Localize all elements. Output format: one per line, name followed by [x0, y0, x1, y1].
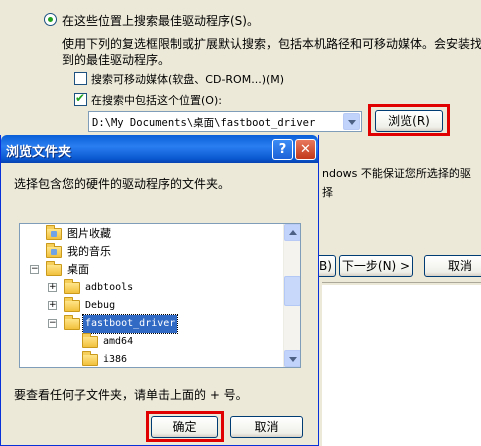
collapse-icon[interactable]: − [30, 265, 39, 274]
folder-icon [46, 243, 62, 258]
folder-tree[interactable]: 图片收藏我的音乐 − 桌面 + adbtools + Debug − fastboot_driv… [19, 223, 301, 368]
search-best-driver-radio[interactable] [44, 13, 57, 26]
scroll-up-icon[interactable] [284, 224, 300, 241]
tree-item-label: 我的音乐 [67, 245, 111, 258]
folder-icon [82, 351, 98, 366]
tree-item[interactable]: + adbtools [20, 279, 280, 297]
warning-text-partial: ndows 不能保证您所选择的驱 [322, 167, 471, 180]
tree-item-label: i386 [103, 354, 128, 365]
location-path-value: D:\My Documents\桌面\fastboot_driver [92, 117, 316, 129]
folder-icon [82, 333, 98, 348]
tree-item[interactable]: − 桌面 [20, 261, 280, 279]
include-location-label: 在搜索中包括这个位置(O): [91, 94, 222, 107]
include-location-checkbox[interactable] [74, 91, 87, 106]
background-window-area [322, 285, 481, 446]
tree-item-label: Debug [85, 300, 116, 311]
browse-folder-dialog: 浏览文件夹 ? ✕ 选择包含您的硬件的驱动程序的文件夹。 图片收藏我的音乐 − 桌面… [0, 135, 319, 446]
tree-item[interactable]: 图片收藏 [20, 225, 280, 243]
tree-item[interactable]: i386 [20, 351, 280, 367]
dialog-cancel-button[interactable]: 取消 [230, 416, 303, 438]
tree-item-label: adbtools [85, 282, 134, 293]
dialog-hint: 要查看任何子文件夹，请单击上面的 + 号。 [14, 388, 248, 402]
folder-icon [64, 279, 80, 294]
scroll-thumb[interactable] [284, 276, 300, 306]
folder-icon [46, 225, 62, 240]
tree-item[interactable]: + Debug [20, 297, 280, 315]
folder-icon [46, 261, 62, 276]
collapse-icon[interactable]: − [48, 319, 57, 328]
description-line-1: 使用下列的复选框限制或扩展默认搜索，包括本机路径和可移动媒体。会安装找 [62, 37, 481, 51]
scroll-down-icon[interactable] [284, 350, 300, 367]
dialog-instruction: 选择包含您的硬件的驱动程序的文件夹。 [14, 177, 231, 191]
expand-icon[interactable]: + [48, 283, 57, 292]
search-best-driver-label: 在这些位置上搜索最佳驱动程序(S)。 [62, 14, 259, 28]
chevron-down-icon[interactable] [343, 113, 360, 130]
tree-item[interactable]: − fastboot_driver [20, 314, 280, 334]
help-icon[interactable]: ? [272, 139, 293, 160]
next-button[interactable]: 下一步(N) > [339, 255, 413, 277]
dialog-title-bar[interactable]: 浏览文件夹 ? ✕ [1, 135, 318, 163]
ok-highlight-box [146, 411, 224, 442]
wizard-cancel-button[interactable]: 取消 [424, 255, 481, 277]
tree-item-label: 图片收藏 [67, 227, 111, 240]
tree-item-label: 桌面 [67, 263, 89, 276]
search-removable-media-label: 搜索可移动媒体(软盘、CD-ROM...)(M) [91, 73, 285, 86]
tree-item[interactable]: amd64 [20, 333, 280, 351]
tree-scrollbar[interactable] [283, 224, 300, 367]
folder-icon [64, 315, 80, 330]
location-path-combobox[interactable]: D:\My Documents\桌面\fastboot_driver [88, 111, 362, 132]
folder-icon [64, 297, 80, 312]
close-icon[interactable]: ✕ [295, 139, 316, 160]
tree-item[interactable]: 我的音乐 [20, 243, 280, 261]
tree-item-label: amd64 [103, 336, 134, 347]
tree-item-label: fastboot_driver [81, 314, 179, 334]
divider [322, 282, 481, 283]
expand-icon[interactable]: + [48, 301, 57, 310]
description-line-2: 到的最佳驱动程序。 [62, 53, 171, 67]
dialog-title: 浏览文件夹 [6, 145, 72, 160]
search-removable-media-checkbox[interactable] [74, 72, 87, 85]
warning-text-partial-2: 择 [322, 186, 333, 199]
browse-highlight-box [368, 104, 450, 136]
